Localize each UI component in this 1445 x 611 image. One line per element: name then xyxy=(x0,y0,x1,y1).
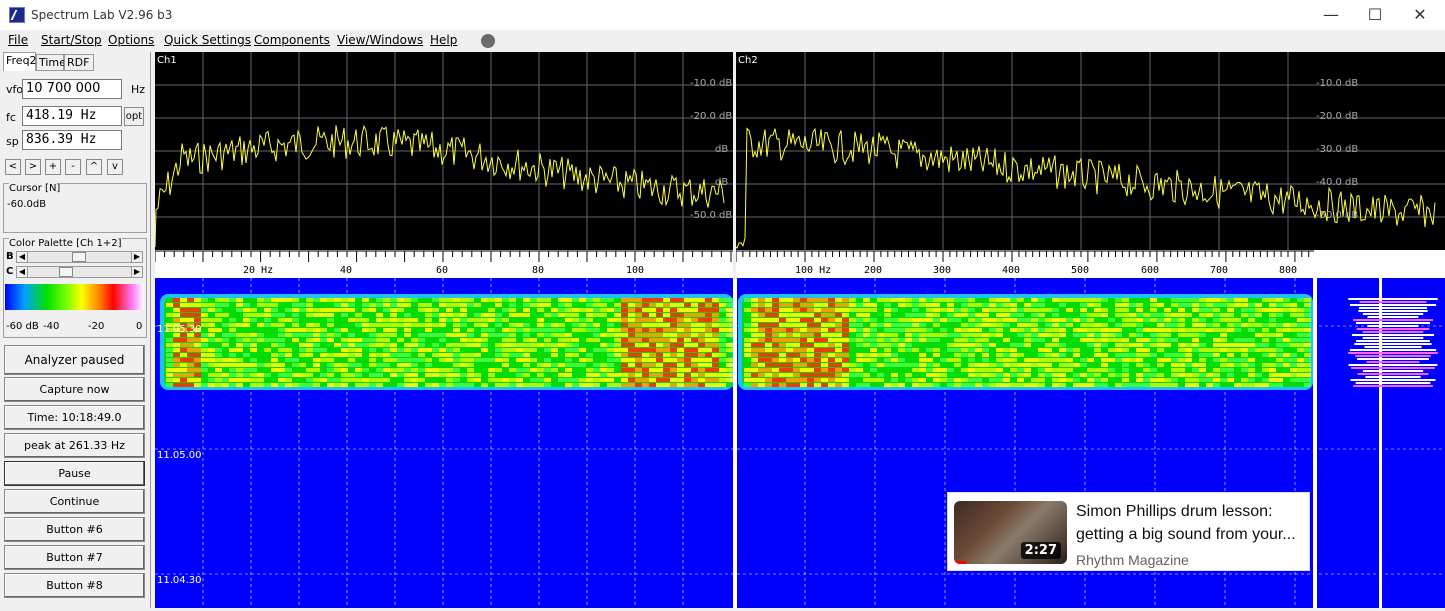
pause-button[interactable]: Pause xyxy=(4,461,145,486)
step-plus-button[interactable]: + xyxy=(45,159,61,175)
contrast-thumb[interactable] xyxy=(58,267,73,277)
ch2-freq-tick: 800 xyxy=(1279,265,1298,276)
ch2-freq-tick: 400 xyxy=(1002,265,1021,276)
cursor-title: Cursor [N] xyxy=(9,183,61,194)
palette-tick: -60 dB xyxy=(6,321,39,332)
tab-time[interactable]: Time xyxy=(36,54,66,71)
opt-button[interactable]: opt xyxy=(124,107,144,126)
ch2-freq-tick: 200 xyxy=(864,265,883,276)
ch1-freq-tick: 40 xyxy=(340,265,353,276)
video-title[interactable]: Simon Phillips drum lesson: getting a bi… xyxy=(1076,500,1306,546)
step-minus-button[interactable]: - xyxy=(65,159,81,175)
ch2-freq-tick: 700 xyxy=(1210,265,1229,276)
cursor-value: -60.0dB xyxy=(7,199,47,210)
db-label: dB xyxy=(715,177,729,188)
analyzer-status-button[interactable]: Analyzer paused xyxy=(4,345,145,375)
step-down-button[interactable]: v xyxy=(107,159,123,175)
continue-button[interactable]: Continue xyxy=(4,489,145,514)
menu-quick-settings[interactable]: Quick Settings xyxy=(164,33,251,47)
sp-label: sp xyxy=(6,135,19,148)
contrast-label: C xyxy=(6,266,14,277)
menu-components[interactable]: Components xyxy=(254,33,330,47)
tab-rdf[interactable]: RDF xyxy=(64,54,94,71)
window-title: Spectrum Lab V2.96 b3 xyxy=(31,8,173,22)
axis-filler xyxy=(1314,250,1445,278)
video-thumbnail[interactable]: 2:27 xyxy=(954,501,1067,564)
step-right-button[interactable]: > xyxy=(25,159,41,175)
menu-view-windows[interactable]: View/Windows xyxy=(337,33,423,47)
tab-freq2[interactable]: Freq2 xyxy=(3,52,37,71)
vfo-label: vfo xyxy=(6,83,24,96)
ch1-spectrum-plot xyxy=(154,52,733,250)
ch1-label: Ch1 xyxy=(157,55,177,66)
video-duration: 2:27 xyxy=(1020,542,1061,559)
ch2-freq-tick: 100 Hz xyxy=(795,265,832,276)
waterfall-time-label: 11.04.30 xyxy=(157,575,202,586)
step-up-button[interactable]: ^ xyxy=(86,159,102,175)
waterfall-time-label: 11.05.00 xyxy=(157,450,202,461)
db-label: -30.0 dB xyxy=(1316,144,1359,155)
maximize-button[interactable]: ☐ xyxy=(1353,4,1397,26)
ch2-label: Ch2 xyxy=(738,55,758,66)
vfo-unit-label: Hz xyxy=(131,83,146,96)
close-button[interactable]: ✕ xyxy=(1398,4,1442,26)
ch1-spectrum-display[interactable]: Ch1 -10.0 dB -20.0 dB dB dB -50.0 dB xyxy=(154,52,733,250)
button-8[interactable]: Button #8 xyxy=(4,573,145,598)
fc-input[interactable]: 418.19 Hz xyxy=(22,106,122,126)
slider-right-arrow-icon[interactable]: ▶ xyxy=(131,267,142,277)
brightness-label: B xyxy=(6,251,14,262)
db-label: dB xyxy=(715,144,729,155)
palette-tick: 0 xyxy=(136,321,143,332)
button-7[interactable]: Button #7 xyxy=(4,545,145,570)
db-label: -50.0 dB xyxy=(1316,210,1359,221)
db-label: -20.0 dB xyxy=(690,111,733,122)
menu-help[interactable]: Help xyxy=(430,33,457,47)
brightness-thumb[interactable] xyxy=(72,252,86,262)
db-label: -40.0 dB xyxy=(1316,177,1359,188)
button-6[interactable]: Button #6 xyxy=(4,517,145,542)
capture-now-button[interactable]: Capture now xyxy=(4,377,145,402)
slider-left-arrow-icon[interactable]: ◀ xyxy=(17,267,28,277)
ch1-freq-tick: 100 xyxy=(626,265,645,276)
menu-bar: File Start/Stop Options Quick Settings C… xyxy=(0,30,1445,52)
waterfall-time-label: 11.05.30 xyxy=(157,324,202,335)
ch2-freq-tick: 500 xyxy=(1071,265,1090,276)
app-icon xyxy=(9,7,25,23)
minimize-button[interactable]: — xyxy=(1309,4,1353,26)
db-label: -50.0 dB xyxy=(690,210,733,221)
record-indicator-icon[interactable] xyxy=(481,34,495,48)
menu-file[interactable]: File xyxy=(8,33,28,47)
slider-left-arrow-icon[interactable]: ◀ xyxy=(17,252,28,262)
contrast-slider[interactable]: ◀ ▶ xyxy=(16,266,143,278)
ch1-freq-tick: 80 xyxy=(532,265,545,276)
slider-right-arrow-icon[interactable]: ▶ xyxy=(131,252,142,262)
db-label: -10.0 dB xyxy=(1316,78,1359,89)
palette-tick: -40 xyxy=(43,321,60,332)
ch2-freq-tick: 300 xyxy=(933,265,952,276)
sp-input[interactable]: 836.39 Hz xyxy=(22,130,122,150)
video-popup-card[interactable]: 2:27 Simon Phillips drum lesson: getting… xyxy=(947,492,1310,571)
spectrum-trace xyxy=(154,124,725,248)
menu-start-stop[interactable]: Start/Stop xyxy=(41,33,102,47)
vfo-input[interactable]: 10 700 000 xyxy=(22,79,122,99)
ch1-freq-tick: 20 Hz xyxy=(243,265,274,276)
brightness-slider[interactable]: ◀ ▶ xyxy=(16,251,143,263)
ch2-spectrum-display[interactable]: Ch2 -10.0 dB -20.0 dB -30.0 dB -40.0 dB … xyxy=(735,52,1445,250)
palette-tick: -20 xyxy=(88,321,105,332)
palette-title: Color Palette [Ch 1+2] xyxy=(9,238,122,249)
control-panel: Freq2 Time RDF vfo 10 700 000 Hz fc 418.… xyxy=(0,52,151,608)
color-palette-bar xyxy=(5,284,144,310)
db-label: -20.0 dB xyxy=(1316,111,1359,122)
title-bar: Spectrum Lab V2.96 b3 — ☐ ✕ xyxy=(0,0,1445,30)
ch2-freq-tick: 600 xyxy=(1141,265,1160,276)
peak-display-button[interactable]: peak at 261.33 Hz xyxy=(4,433,145,458)
step-left-button[interactable]: < xyxy=(5,159,21,175)
fc-label: fc xyxy=(6,111,16,124)
db-label: -10.0 dB xyxy=(690,78,733,89)
menu-options[interactable]: Options xyxy=(108,33,154,47)
time-display-button[interactable]: Time: 10:18:49.0 xyxy=(4,405,145,430)
video-channel[interactable]: Rhythm Magazine xyxy=(1076,552,1189,568)
ch1-freq-tick: 60 xyxy=(436,265,449,276)
